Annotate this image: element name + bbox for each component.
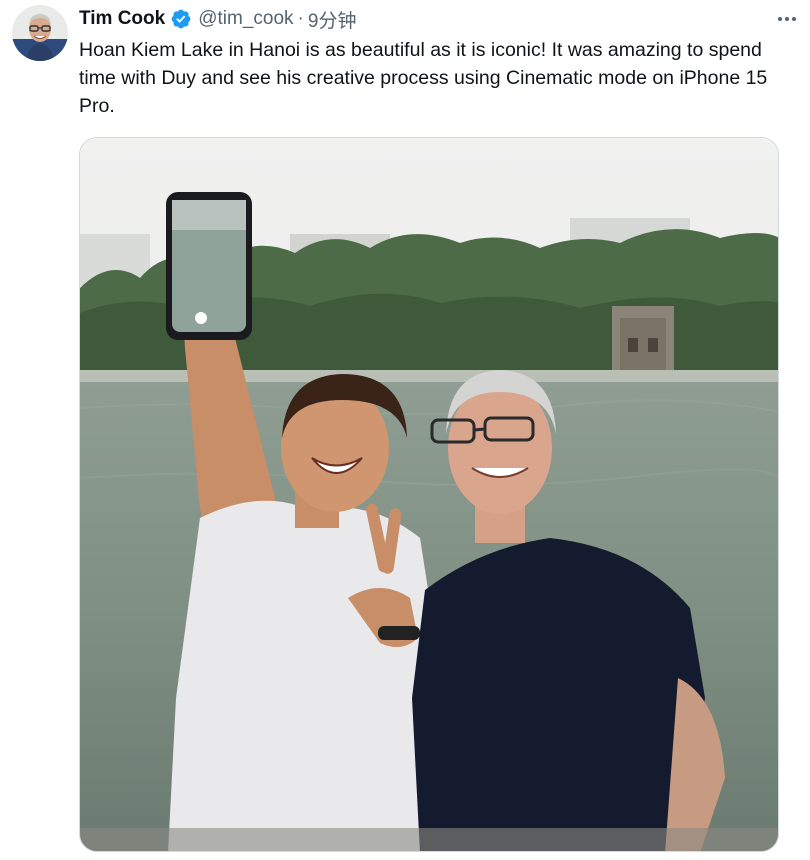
author-name[interactable]: Tim Cook [79, 8, 165, 30]
avatar-image [12, 5, 68, 61]
tweet-header: Tim Cook @tim_cook · 9分钟 [79, 6, 357, 33]
ellipsis-icon[interactable] [774, 6, 800, 32]
author-avatar[interactable] [12, 5, 68, 61]
more-dot [785, 17, 789, 21]
author-handle[interactable]: @tim_cook [198, 8, 293, 30]
tweet-timestamp[interactable]: 9分钟 [308, 6, 357, 33]
tweet-photo[interactable] [79, 137, 779, 852]
more-dot [778, 17, 782, 21]
separator-dot: · [297, 8, 304, 29]
verified-badge-icon [170, 8, 192, 30]
more-dot [792, 17, 796, 21]
photo-image [80, 138, 778, 851]
tweet-text: Hoan Kiem Lake in Hanoi is as beautiful … [79, 39, 768, 117]
